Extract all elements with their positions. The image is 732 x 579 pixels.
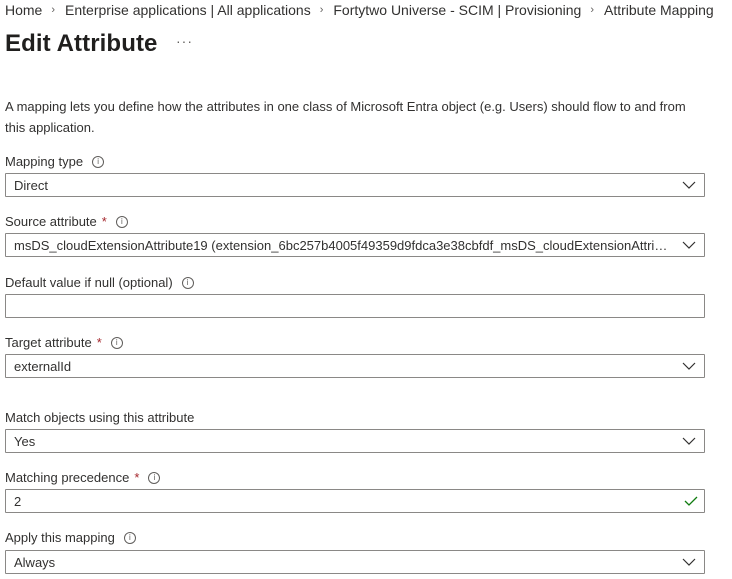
info-icon[interactable]: i (115, 215, 128, 228)
matching-precedence-input[interactable]: 2 (5, 489, 705, 513)
matching-precedence-value: 2 (14, 494, 22, 509)
chevron-down-icon (682, 558, 696, 566)
target-attribute-dropdown[interactable]: externalId (5, 354, 705, 378)
page-title: Edit Attribute (5, 30, 158, 57)
breadcrumb: Home › Enterprise applications | All app… (5, 2, 714, 18)
info-icon[interactable]: i (110, 336, 123, 349)
target-attribute-label: Target attribute * i (5, 335, 123, 350)
mapping-type-dropdown[interactable]: Direct (5, 173, 705, 197)
page-description: A mapping lets you define how the attrib… (5, 99, 686, 135)
source-attribute-dropdown[interactable]: msDS_cloudExtensionAttribute19 (extensio… (5, 233, 705, 257)
info-icon[interactable]: i (123, 531, 136, 544)
source-attribute-label: Source attribute * i (5, 214, 128, 229)
default-value-input[interactable] (5, 294, 705, 318)
breadcrumb-separator: › (590, 4, 594, 16)
target-attribute-value: externalId (14, 359, 72, 374)
target-attribute-label-text: Target attribute (5, 335, 92, 350)
match-objects-label: Match objects using this attribute (5, 410, 194, 425)
info-icon[interactable]: i (181, 276, 194, 289)
info-icon[interactable]: i (148, 471, 161, 484)
match-objects-value: Yes (14, 434, 36, 449)
default-value-label: Default value if null (optional) i (5, 275, 194, 290)
chevron-down-icon (682, 241, 696, 249)
breadcrumb-separator: › (51, 4, 56, 16)
chevron-down-icon (682, 437, 696, 445)
match-objects-dropdown[interactable]: Yes (5, 429, 705, 453)
source-attribute-value: msDS_cloudExtensionAttribute19 (extensio… (14, 238, 670, 253)
breadcrumb-home[interactable]: Home (5, 2, 42, 18)
source-attribute-label-text: Source attribute (5, 214, 97, 229)
checkmark-icon (684, 496, 698, 506)
info-icon[interactable]: i (92, 155, 105, 168)
breadcrumb-attribute-mapping[interactable]: Attribute Mapping (604, 2, 714, 18)
apply-mapping-label-text: Apply this mapping (5, 530, 115, 545)
required-indicator: * (101, 214, 107, 229)
required-indicator: * (134, 470, 140, 485)
apply-mapping-value: Always (14, 555, 56, 570)
breadcrumb-provisioning[interactable]: Fortytwo Universe - SCIM | Provisioning (333, 2, 581, 18)
chevron-down-icon (682, 181, 696, 189)
matching-precedence-label-text: Matching precedence (5, 470, 130, 485)
apply-mapping-label: Apply this mapping i (5, 530, 136, 545)
breadcrumb-enterprise-applications[interactable]: Enterprise applications | All applicatio… (65, 2, 311, 18)
default-value-label-text: Default value if null (optional) (5, 275, 173, 290)
required-indicator: * (96, 335, 102, 350)
mapping-type-label-text: Mapping type (5, 154, 84, 169)
mapping-type-label: Mapping type i (5, 154, 105, 169)
mapping-type-value: Direct (14, 178, 48, 193)
more-icon[interactable]: ··· (176, 33, 193, 49)
apply-mapping-dropdown[interactable]: Always (5, 550, 705, 574)
match-objects-label-text: Match objects using this attribute (5, 410, 195, 425)
matching-precedence-label: Matching precedence * i (5, 470, 161, 485)
chevron-down-icon (682, 362, 696, 370)
breadcrumb-separator: › (319, 4, 324, 16)
